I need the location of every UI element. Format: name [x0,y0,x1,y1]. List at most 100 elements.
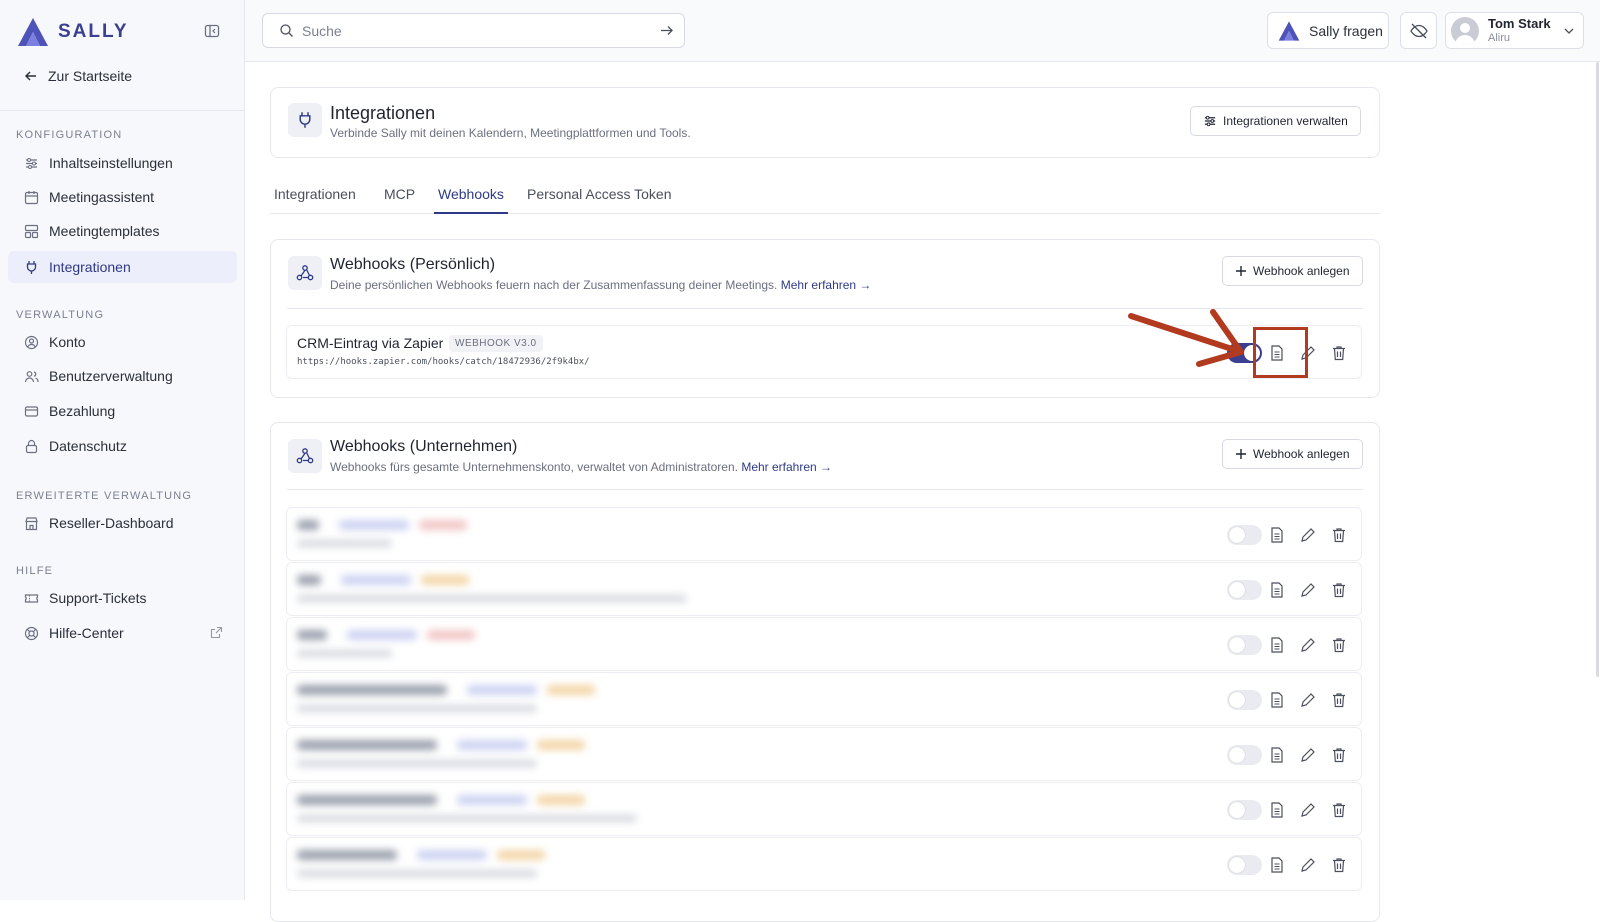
trash-icon[interactable] [1330,581,1348,599]
user-menu[interactable]: Tom Stark Aliru [1445,12,1584,49]
manage-integrations-button[interactable]: Integrationen verwalten [1190,106,1361,136]
sidebar-item-label: Support-Tickets [49,590,147,606]
document-icon[interactable] [1268,526,1286,544]
webhook-enabled-toggle[interactable] [1227,525,1262,545]
search-placeholder: Suche [302,22,342,39]
personal-webhooks-subtitle: Deine persönlichen Webhooks feuern nach … [330,278,871,292]
sidebar-item-label: Reseller-Dashboard [49,515,174,531]
document-icon[interactable] [1268,801,1286,819]
document-icon[interactable] [1268,691,1286,709]
sidebar-item-label: Datenschutz [49,438,127,454]
scrollbar[interactable] [1596,62,1599,677]
webhook-enabled-toggle[interactable] [1227,800,1262,820]
blurred-status-badge [421,575,469,585]
tab-webhooks[interactable]: Webhooks [434,186,508,214]
sidebar-item-inhaltseinstellungen[interactable]: Inhaltseinstellungen [8,147,237,179]
trash-icon[interactable] [1330,526,1348,544]
sidebar-item-integrationen[interactable]: Integrationen [8,251,237,283]
blurred-webhook-name [297,740,437,750]
logo[interactable]: SALLY [16,16,129,48]
search-icon [280,24,293,37]
edit-pencil-icon[interactable] [1299,746,1317,764]
tab-bar: Integrationen MCP Webhooks Personal Acce… [270,180,1380,214]
sidebar-item-hilfe-center[interactable]: Hilfe-Center [8,617,237,649]
company-webhook-row [286,672,1362,726]
company-webhook-row [286,727,1362,781]
company-webhooks-subtitle: Webhooks fürs gesamte Unternehmenskonto,… [330,460,832,474]
manage-integrations-label: Integrationen verwalten [1223,114,1348,128]
edit-pencil-icon[interactable] [1299,856,1317,874]
sidebar-item-bezahlung[interactable]: Bezahlung [8,395,237,427]
sidebar-item-benutzerverwaltung[interactable]: Benutzerverwaltung [8,360,237,392]
external-link-icon [210,626,223,639]
ask-sally-label: Sally fragen [1309,22,1383,39]
blurred-version-badge [457,795,527,805]
trash-icon[interactable] [1330,856,1348,874]
edit-pencil-icon[interactable] [1299,691,1317,709]
add-company-webhook-button[interactable]: Webhook anlegen [1222,439,1363,469]
blurred-version-badge [417,850,487,860]
sidebar-item-support-tickets[interactable]: Support-Tickets [8,582,237,614]
sidebar-item-meetingassistent[interactable]: Meetingassistent [8,181,237,213]
blurred-webhook-url [297,595,687,602]
edit-pencil-icon[interactable] [1299,636,1317,654]
trash-icon[interactable] [1330,746,1348,764]
store-icon [25,516,38,530]
privacy-toggle-button[interactable] [1400,12,1437,49]
edit-pencil-icon[interactable] [1299,801,1317,819]
sidebar-item-meetingtemplates[interactable]: Meetingtemplates [8,215,237,247]
edit-pencil-icon[interactable] [1299,581,1317,599]
collapse-sidebar-icon[interactable] [204,23,220,39]
learn-more-link[interactable]: Mehr erfahren → [781,278,872,292]
sally-logo-icon [18,18,48,46]
tab-mcp[interactable]: MCP [384,186,415,212]
section-title-erweiterte-verwaltung: ERWEITERTE VERWALTUNG [16,490,193,502]
sidebar-divider [0,110,245,111]
edit-pencil-icon[interactable] [1299,526,1317,544]
webhook-enabled-toggle[interactable] [1227,580,1262,600]
learn-more-link[interactable]: Mehr erfahren → [741,460,832,474]
trash-icon[interactable] [1330,801,1348,819]
webhook-enabled-toggle[interactable] [1227,635,1262,655]
section-title-verwaltung: VERWALTUNG [16,309,105,321]
sidebar-item-konto[interactable]: Konto [8,326,237,358]
webhook-enabled-toggle[interactable] [1227,855,1262,875]
back-to-home-link[interactable]: Zur Startseite [24,68,132,84]
tab-personal-access-token[interactable]: Personal Access Token [527,186,672,212]
arrow-right-icon[interactable] [659,23,674,38]
document-icon[interactable] [1268,856,1286,874]
personal-webhooks-title: Webhooks (Persönlich) [330,256,496,273]
blurred-webhook-url [297,705,537,712]
company-webhook-row [286,562,1362,616]
webhook-url: https://hooks.zapier.com/hooks/catch/184… [297,357,590,367]
template-icon [24,224,39,238]
user-name: Tom Stark [1488,16,1551,31]
blurred-webhook-name [297,795,437,805]
document-icon[interactable] [1268,636,1286,654]
blurred-status-badge [427,630,475,640]
sidebar-item-label: Bezahlung [49,403,116,419]
sidebar-item-label: Meetingtemplates [49,223,160,239]
plug-icon [299,112,311,128]
webhook-enabled-toggle[interactable] [1227,690,1262,710]
blurred-status-badge [419,520,467,530]
trash-icon[interactable] [1330,691,1348,709]
section-title-hilfe: HILFE [16,565,54,577]
blurred-webhook-url [297,760,537,767]
sidebar-item-label: Konto [49,334,86,350]
document-icon[interactable] [1268,746,1286,764]
search-input[interactable]: Suche [262,13,685,48]
trash-icon[interactable] [1330,636,1348,654]
sidebar-item-datenschutz[interactable]: Datenschutz [8,430,237,462]
sidebar-item-label: Meetingassistent [49,189,155,205]
sidebar-item-reseller-dashboard[interactable]: Reseller-Dashboard [8,507,237,539]
webhook-enabled-toggle[interactable] [1227,745,1262,765]
add-webhook-label: Webhook anlegen [1253,264,1350,278]
ask-sally-button[interactable]: Sally fragen [1267,12,1389,49]
company-webhooks-title: Webhooks (Unternehmen) [330,438,518,455]
trash-icon[interactable] [1330,344,1348,362]
tab-integrationen[interactable]: Integrationen [274,186,356,212]
webhook-icon [296,448,314,464]
add-personal-webhook-button[interactable]: Webhook anlegen [1222,256,1363,286]
document-icon[interactable] [1268,581,1286,599]
